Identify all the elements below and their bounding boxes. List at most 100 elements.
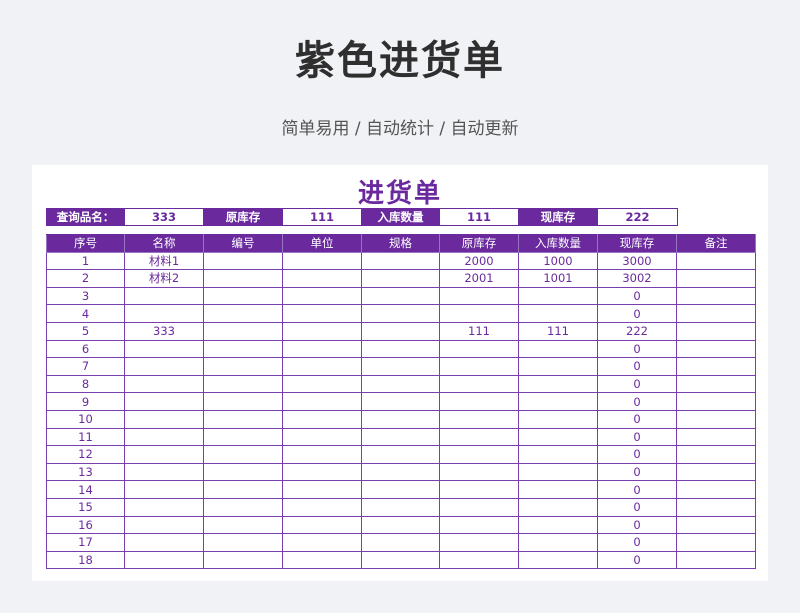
table-cell[interactable]	[676, 251, 756, 271]
table-cell[interactable]	[676, 374, 756, 394]
table-cell[interactable]	[203, 480, 283, 499]
table-cell[interactable]: 0	[597, 304, 677, 323]
table-cell[interactable]	[439, 304, 519, 323]
table-cell[interactable]	[439, 480, 519, 499]
table-cell[interactable]	[361, 392, 440, 411]
table-cell[interactable]	[124, 392, 204, 411]
table-cell[interactable]	[518, 357, 598, 376]
table-cell[interactable]	[203, 304, 283, 323]
table-cell[interactable]: 11	[46, 427, 125, 447]
table-cell[interactable]	[676, 515, 756, 535]
table-cell[interactable]: 0	[597, 445, 677, 464]
table-cell[interactable]: 0	[597, 427, 677, 447]
table-cell[interactable]: 0	[597, 339, 677, 359]
table-cell[interactable]	[439, 374, 519, 394]
table-cell[interactable]: 111	[439, 321, 519, 341]
table-cell[interactable]	[439, 392, 519, 411]
table-cell[interactable]	[282, 269, 362, 288]
table-cell[interactable]: 0	[597, 286, 677, 306]
table-cell[interactable]	[518, 409, 598, 429]
table-cell[interactable]	[124, 357, 204, 376]
table-cell[interactable]	[282, 357, 362, 376]
table-cell[interactable]: 3	[46, 286, 125, 306]
table-cell[interactable]: 17	[46, 533, 125, 552]
table-cell[interactable]: 1001	[518, 269, 598, 288]
table-cell[interactable]	[203, 462, 283, 482]
table-cell[interactable]	[282, 251, 362, 271]
table-cell[interactable]	[361, 515, 440, 535]
table-cell[interactable]	[361, 251, 440, 271]
table-cell[interactable]: 0	[597, 462, 677, 482]
table-cell[interactable]	[676, 392, 756, 411]
table-cell[interactable]	[518, 374, 598, 394]
table-cell[interactable]	[124, 409, 204, 429]
table-cell[interactable]: 0	[597, 515, 677, 535]
table-cell[interactable]: 0	[597, 392, 677, 411]
table-cell[interactable]	[439, 497, 519, 517]
table-cell[interactable]: 0	[597, 533, 677, 552]
table-cell[interactable]	[203, 392, 283, 411]
table-cell[interactable]: 3000	[597, 251, 677, 271]
table-cell[interactable]	[124, 339, 204, 359]
table-cell[interactable]	[203, 269, 283, 288]
table-cell[interactable]	[282, 321, 362, 341]
table-cell[interactable]	[282, 462, 362, 482]
table-cell[interactable]	[361, 339, 440, 359]
table-cell[interactable]	[203, 445, 283, 464]
table-cell[interactable]	[361, 533, 440, 552]
table-cell[interactable]	[518, 550, 598, 570]
table-cell[interactable]	[361, 357, 440, 376]
table-cell[interactable]	[676, 497, 756, 517]
table-cell[interactable]	[124, 515, 204, 535]
table-cell[interactable]	[518, 515, 598, 535]
table-cell[interactable]	[676, 286, 756, 306]
table-cell[interactable]: 13	[46, 462, 125, 482]
table-cell[interactable]: 0	[597, 374, 677, 394]
table-cell[interactable]	[439, 533, 519, 552]
table-cell[interactable]	[124, 497, 204, 517]
table-cell[interactable]	[439, 286, 519, 306]
table-cell[interactable]: 材料1	[124, 251, 204, 271]
table-cell[interactable]: 222	[597, 321, 677, 341]
table-cell[interactable]	[676, 269, 756, 288]
table-cell[interactable]	[676, 550, 756, 570]
table-cell[interactable]	[124, 374, 204, 394]
table-cell[interactable]	[282, 550, 362, 570]
table-cell[interactable]	[203, 357, 283, 376]
table-cell[interactable]	[203, 515, 283, 535]
table-cell[interactable]: 2	[46, 269, 125, 288]
table-cell[interactable]	[124, 550, 204, 570]
table-cell[interactable]	[361, 409, 440, 429]
table-cell[interactable]	[361, 286, 440, 306]
table-cell[interactable]	[361, 497, 440, 517]
table-cell[interactable]: 材料2	[124, 269, 204, 288]
table-cell[interactable]	[518, 445, 598, 464]
table-cell[interactable]	[203, 533, 283, 552]
table-cell[interactable]	[282, 409, 362, 429]
table-cell[interactable]	[439, 515, 519, 535]
table-cell[interactable]	[282, 515, 362, 535]
table-cell[interactable]	[518, 427, 598, 447]
table-cell[interactable]	[203, 321, 283, 341]
table-cell[interactable]: 10	[46, 409, 125, 429]
table-cell[interactable]: 0	[597, 550, 677, 570]
table-cell[interactable]	[518, 480, 598, 499]
table-cell[interactable]	[282, 427, 362, 447]
table-cell[interactable]	[282, 374, 362, 394]
table-cell[interactable]: 2000	[439, 251, 519, 271]
table-cell[interactable]	[203, 550, 283, 570]
table-cell[interactable]	[676, 480, 756, 499]
table-cell[interactable]: 0	[597, 497, 677, 517]
table-cell[interactable]	[282, 445, 362, 464]
table-cell[interactable]: 2001	[439, 269, 519, 288]
table-cell[interactable]	[676, 409, 756, 429]
table-cell[interactable]: 0	[597, 409, 677, 429]
table-cell[interactable]	[282, 497, 362, 517]
table-cell[interactable]	[124, 286, 204, 306]
table-cell[interactable]: 8	[46, 374, 125, 394]
table-cell[interactable]	[361, 427, 440, 447]
table-cell[interactable]	[439, 339, 519, 359]
table-cell[interactable]: 14	[46, 480, 125, 499]
table-cell[interactable]	[203, 497, 283, 517]
table-cell[interactable]	[439, 550, 519, 570]
